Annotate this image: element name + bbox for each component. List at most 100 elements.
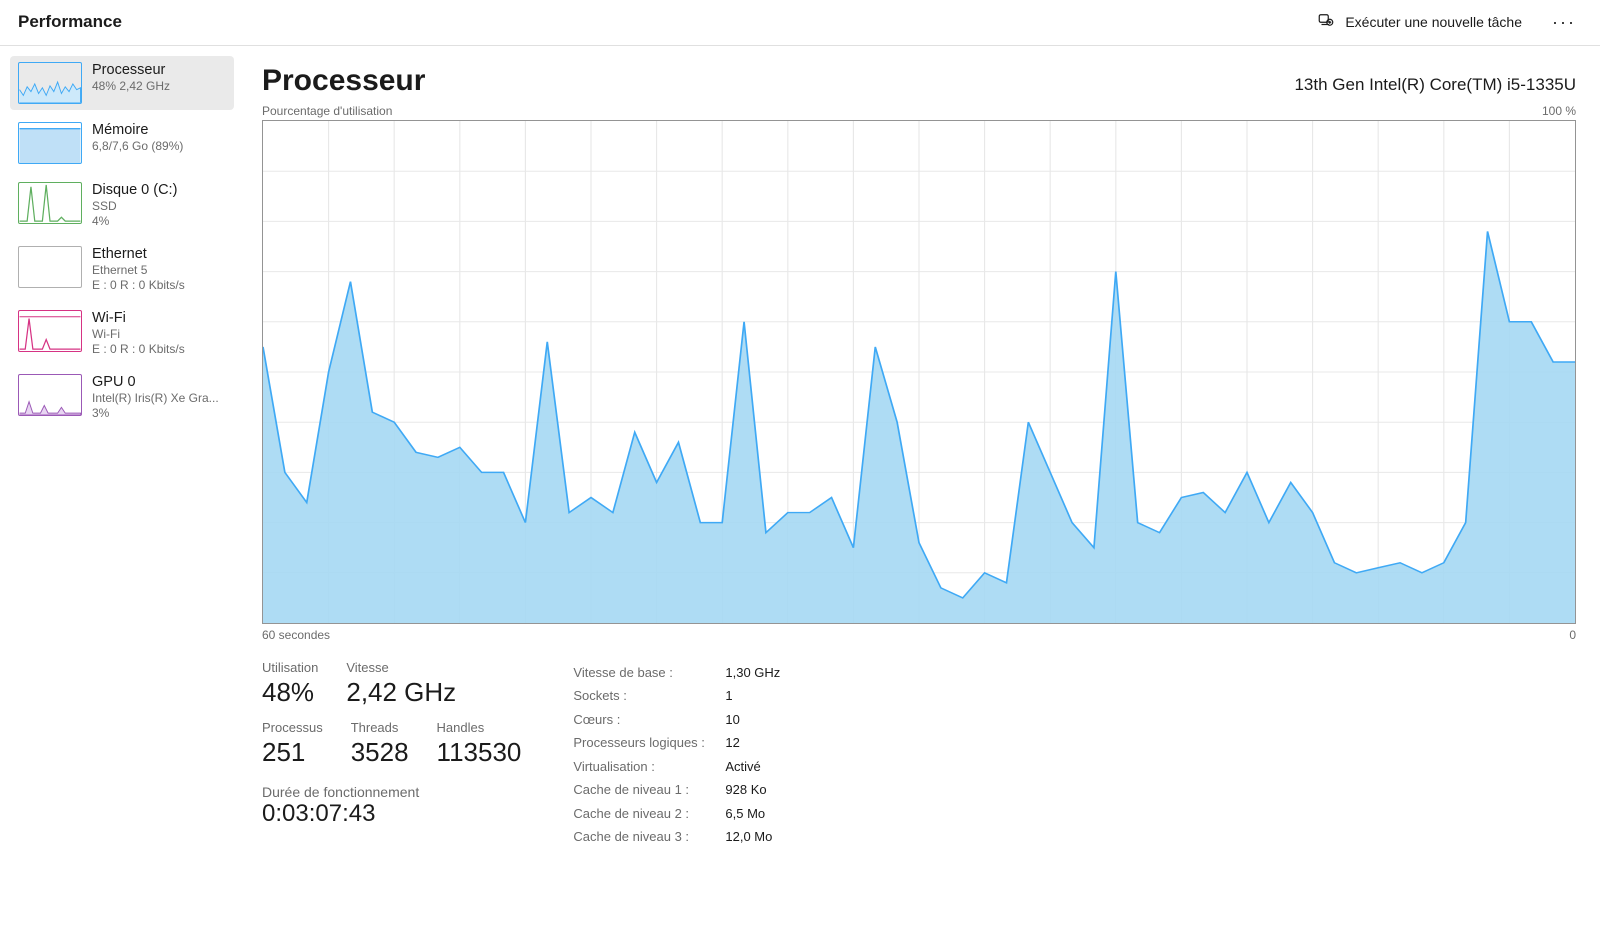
- sidebar-item-text: EthernetEthernet 5E : 0 R : 0 Kbits/s: [92, 246, 185, 292]
- stats-section: Utilisation 48% Vitesse 2,42 GHz Processus 2…: [262, 660, 1576, 848]
- page-title: Performance: [18, 12, 122, 32]
- sidebar-item-sub2: 4%: [92, 214, 177, 228]
- sidebar-item-title: Mémoire: [92, 122, 183, 138]
- gpu0-thumb-icon: [18, 374, 82, 416]
- big-stat-r2-0-label: Processus: [262, 720, 323, 735]
- wifi-thumb-icon: [18, 310, 82, 352]
- big-stat-r2-0-value: 251: [262, 737, 323, 768]
- sidebar-item-title: Ethernet: [92, 246, 185, 262]
- run-task-icon: [1317, 11, 1335, 32]
- stats-left: Utilisation 48% Vitesse 2,42 GHz Processus 2…: [262, 660, 521, 848]
- big-stat-r1-0: Utilisation 48%: [262, 660, 318, 708]
- big-stat-r1-1-value: 2,42 GHz: [346, 677, 456, 708]
- detail-stat-label: Processeurs logiques :: [573, 732, 725, 753]
- sidebar-item-title: Disque 0 (C:): [92, 182, 177, 198]
- sidebar-item-sub2: 3%: [92, 406, 219, 420]
- sidebar-item-title: GPU 0: [92, 374, 219, 390]
- sidebar-item-sub2: E : 0 R : 0 Kbits/s: [92, 342, 185, 356]
- big-stat-r2-0: Processus 251: [262, 720, 323, 768]
- sidebar-item-gpu0[interactable]: GPU 0Intel(R) Iris(R) Xe Gra...3%: [10, 368, 234, 426]
- detail-stat-3: Processeurs logiques :12: [573, 732, 780, 753]
- sidebar-item-sub1: Ethernet 5: [92, 263, 185, 277]
- detail-stat-label: Cache de niveau 3 :: [573, 826, 725, 847]
- big-stats-row-2: Processus 251 Threads 3528 Handles 113530: [262, 720, 521, 768]
- big-stat-r2-1-label: Threads: [351, 720, 409, 735]
- sidebar-item-text: GPU 0Intel(R) Iris(R) Xe Gra...3%: [92, 374, 219, 420]
- detail-stat-label: Virtualisation :: [573, 756, 725, 777]
- more-options-button[interactable]: ···: [1546, 9, 1582, 35]
- sidebar-item-memory[interactable]: Mémoire6,8/7,6 Go (89%): [10, 116, 234, 170]
- chart-ylabel: Pourcentage d'utilisation: [262, 104, 392, 118]
- uptime-label: Durée de fonctionnement: [262, 784, 521, 800]
- sidebar-item-wifi[interactable]: Wi-FiWi-FiE : 0 R : 0 Kbits/s: [10, 304, 234, 362]
- main-header: Processeur 13th Gen Intel(R) Core(TM) i5…: [262, 64, 1576, 98]
- detail-stat-value: 1: [725, 685, 732, 706]
- run-new-task-button[interactable]: Exécuter une nouvelle tâche: [1311, 7, 1528, 36]
- detail-stat-value: 6,5 Mo: [725, 803, 765, 824]
- cpu-usage-chart: [262, 120, 1576, 624]
- big-stat-r2-1: Threads 3528: [351, 720, 409, 768]
- sidebar-item-text: Disque 0 (C:)SSD4%: [92, 182, 177, 228]
- detail-stat-value: 12,0 Mo: [725, 826, 772, 847]
- run-new-task-label: Exécuter une nouvelle tâche: [1345, 14, 1522, 30]
- big-stat-r2-1-value: 3528: [351, 737, 409, 768]
- big-stat-r1-0-label: Utilisation: [262, 660, 318, 675]
- sidebar-item-sub1: SSD: [92, 199, 177, 213]
- sidebar-item-sub1: 6,8/7,6 Go (89%): [92, 139, 183, 153]
- ethernet-thumb-icon: [18, 246, 82, 288]
- detail-stat-label: Sockets :: [573, 685, 725, 706]
- header-bar: Performance Exécuter une nouvelle tâche …: [0, 0, 1600, 46]
- detail-stat-value: 10: [725, 709, 739, 730]
- detail-stat-0: Vitesse de base :1,30 GHz: [573, 662, 780, 683]
- chart-xmax: 60 secondes: [262, 628, 330, 642]
- uptime-block: Durée de fonctionnement 0:03:07:43: [262, 780, 521, 828]
- detail-stat-2: Cœurs :10: [573, 709, 780, 730]
- sidebar-item-title: Processeur: [92, 62, 170, 78]
- sidebar-item-sub2: E : 0 R : 0 Kbits/s: [92, 278, 185, 292]
- detail-stat-value: 1,30 GHz: [725, 662, 780, 683]
- detail-stat-label: Cache de niveau 2 :: [573, 803, 725, 824]
- sidebar-item-cpu[interactable]: Processeur48% 2,42 GHz: [10, 56, 234, 110]
- detail-stat-label: Vitesse de base :: [573, 662, 725, 683]
- big-stat-r2-2: Handles 113530: [437, 720, 522, 768]
- sidebar-item-text: Mémoire6,8/7,6 Go (89%): [92, 122, 183, 153]
- chart-ymax: 100 %: [1542, 104, 1576, 118]
- big-stat-r1-0-value: 48%: [262, 677, 318, 708]
- detail-stat-5: Cache de niveau 1 :928 Ko: [573, 779, 780, 800]
- detail-stat-label: Cœurs :: [573, 709, 725, 730]
- detail-stat-6: Cache de niveau 2 :6,5 Mo: [573, 803, 780, 824]
- detail-stat-4: Virtualisation :Activé: [573, 756, 780, 777]
- disk0-thumb-icon: [18, 182, 82, 224]
- chart-top-labels: Pourcentage d'utilisation 100 %: [262, 104, 1576, 118]
- big-stat-r2-2-label: Handles: [437, 720, 522, 735]
- memory-thumb-icon: [18, 122, 82, 164]
- detail-stat-1: Sockets :1: [573, 685, 780, 706]
- chart-bottom-labels: 60 secondes 0: [262, 628, 1576, 642]
- performance-sidebar: Processeur48% 2,42 GHz Mémoire6,8/7,6 Go …: [0, 46, 238, 936]
- detail-stat-value: 12: [725, 732, 739, 753]
- sidebar-item-text: Wi-FiWi-FiE : 0 R : 0 Kbits/s: [92, 310, 185, 356]
- more-icon: ···: [1552, 12, 1576, 32]
- uptime-value: 0:03:07:43: [262, 800, 521, 828]
- big-stat-r1-1: Vitesse 2,42 GHz: [346, 660, 456, 708]
- sidebar-item-sub1: 48% 2,42 GHz: [92, 79, 170, 93]
- sidebar-item-title: Wi-Fi: [92, 310, 185, 326]
- detail-stat-value: 928 Ko: [725, 779, 766, 800]
- chart-xmin: 0: [1569, 628, 1576, 642]
- sidebar-item-sub1: Wi-Fi: [92, 327, 185, 341]
- detail-stat-label: Cache de niveau 1 :: [573, 779, 725, 800]
- big-stats-row-1: Utilisation 48% Vitesse 2,42 GHz: [262, 660, 521, 708]
- sidebar-item-ethernet[interactable]: EthernetEthernet 5E : 0 R : 0 Kbits/s: [10, 240, 234, 298]
- detail-stat-7: Cache de niveau 3 :12,0 Mo: [573, 826, 780, 847]
- header-actions: Exécuter une nouvelle tâche ···: [1311, 7, 1582, 36]
- sidebar-item-text: Processeur48% 2,42 GHz: [92, 62, 170, 93]
- main-panel: Processeur 13th Gen Intel(R) Core(TM) i5…: [238, 46, 1600, 936]
- big-stat-r2-2-value: 113530: [437, 737, 522, 768]
- sidebar-item-sub1: Intel(R) Iris(R) Xe Gra...: [92, 391, 219, 405]
- sidebar-item-disk0[interactable]: Disque 0 (C:)SSD4%: [10, 176, 234, 234]
- main-title: Processeur: [262, 64, 425, 98]
- cpu-thumb-icon: [18, 62, 82, 104]
- detail-stat-value: Activé: [725, 756, 760, 777]
- stats-right: Vitesse de base :1,30 GHzSockets :1Cœurs…: [573, 660, 780, 848]
- big-stat-r1-1-label: Vitesse: [346, 660, 456, 675]
